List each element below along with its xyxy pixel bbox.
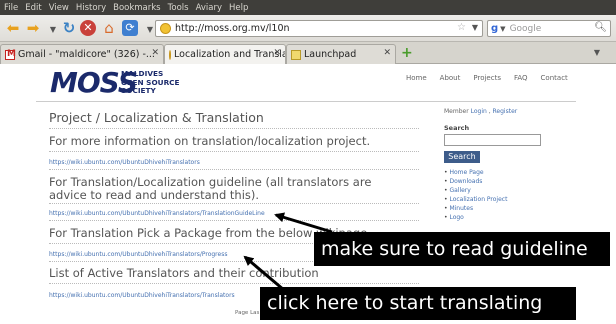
tab-launchpad[interactable]: Launchpad ✕	[286, 44, 396, 64]
close-icon[interactable]: ✕	[151, 48, 159, 58]
nav-contact[interactable]: Contact	[541, 74, 568, 82]
member-label: Member	[444, 108, 469, 115]
url-bar[interactable]: http://moss.org.mv/l10n ☆ ▼	[155, 20, 483, 37]
moss-logo[interactable]: MOSS MALDIVES OPEN SOURCE SOCIETY	[50, 68, 250, 98]
guideline-heading: For Translation/Localization guideline (…	[49, 175, 372, 202]
search-placeholder: Google	[509, 23, 542, 34]
progress-link[interactable]: https://wiki.ubuntu.com/UbuntuDhivehiTra…	[49, 251, 227, 258]
menu-help[interactable]: Help	[229, 3, 248, 13]
site-nav: Home About Projects FAQ Contact	[406, 74, 568, 82]
info-heading: For more information on translation/loca…	[49, 134, 371, 148]
tab-label: Localization and Translatio...	[174, 49, 285, 60]
menu-aviary[interactable]: Aviary	[196, 3, 222, 13]
login-link[interactable]: Login	[471, 108, 487, 115]
search-label: Search	[444, 124, 470, 132]
tab-list-dropdown-icon[interactable]: ▼	[594, 48, 600, 57]
site-search-input[interactable]	[444, 134, 541, 146]
reload-icon[interactable]: ↻	[60, 19, 78, 37]
search-engine-icon[interactable]: g	[491, 23, 498, 34]
page-title: Project / Localization & Translation	[49, 110, 264, 125]
header-divider	[36, 101, 576, 102]
tab-gmail[interactable]: Gmail - "maldicore" (326) -... ✕	[0, 44, 164, 64]
close-icon[interactable]: ✕	[273, 48, 281, 58]
divider	[49, 283, 419, 284]
translate-callout: click here to start translating	[260, 287, 576, 320]
navigation-toolbar: ⬅ ➡ ▼ ↻ ✕ ⌂ ⟳ ▼ http://moss.org.mv/l10n …	[0, 15, 616, 42]
bookmark-star-icon[interactable]: ☆	[457, 22, 466, 33]
divider	[49, 128, 419, 129]
launchpad-icon	[291, 49, 301, 60]
gmail-icon	[5, 49, 16, 60]
nav-faq[interactable]: FAQ	[514, 74, 528, 82]
nav-about[interactable]: About	[440, 74, 461, 82]
sidebar-item-minutes[interactable]: Minutes	[444, 204, 507, 213]
stop-icon[interactable]: ✕	[80, 20, 96, 36]
sidebar-links: Home Page Downloads Gallery Localization…	[444, 168, 507, 222]
back-arrow-icon[interactable]: ⬅	[4, 19, 22, 37]
menu-edit[interactable]: Edit	[25, 3, 41, 13]
feed-icon[interactable]: ⟳	[122, 20, 138, 36]
logo-subtitle: MALDIVES OPEN SOURCE SOCIETY	[121, 69, 180, 96]
nav-home[interactable]: Home	[406, 74, 427, 82]
guideline-callout: make sure to read guideline	[314, 232, 610, 266]
search-button[interactable]: Search	[444, 151, 480, 163]
new-tab-icon[interactable]: +	[401, 45, 413, 61]
sidebar-item-gallery[interactable]: Gallery	[444, 186, 507, 195]
menu-bar: File Edit View History Bookmarks Tools A…	[0, 0, 616, 15]
divider	[49, 203, 419, 204]
tab-localization[interactable]: Localization and Translatio... ✕	[164, 44, 286, 64]
search-engine-dropdown-icon[interactable]: ▼	[500, 25, 505, 33]
sidebar-item-home-page[interactable]: Home Page	[444, 168, 507, 177]
url-text: http://moss.org.mv/l10n	[175, 23, 290, 34]
moss-favicon-icon	[169, 49, 171, 60]
menu-tools[interactable]: Tools	[168, 3, 189, 13]
guideline-link[interactable]: https://wiki.ubuntu.com/UbuntuDhivehiTra…	[49, 210, 265, 217]
translators-list-heading: List of Active Translators and their con…	[49, 266, 319, 280]
sidebar-item-logo[interactable]: Logo	[444, 213, 507, 222]
nav-projects[interactable]: Projects	[473, 74, 501, 82]
url-dropdown-icon[interactable]: ▼	[472, 23, 478, 32]
site-favicon-icon	[160, 23, 171, 34]
menu-view[interactable]: View	[49, 3, 69, 13]
member-links: Member Login , Register	[444, 108, 518, 115]
menu-bookmarks[interactable]: Bookmarks	[113, 3, 161, 13]
translators-link[interactable]: https://wiki.ubuntu.com/UbuntuDhivehiTra…	[49, 159, 200, 166]
active-translators-link[interactable]: https://wiki.ubuntu.com/UbuntuDhivehiTra…	[49, 292, 235, 299]
divider	[49, 169, 419, 170]
divider	[49, 220, 419, 221]
search-bar[interactable]: g ▼ Google 🔍︎	[487, 20, 611, 37]
forward-arrow-icon[interactable]: ➡	[24, 19, 42, 37]
home-icon[interactable]: ⌂	[100, 19, 118, 37]
page-footer: Page Las	[235, 310, 260, 316]
close-icon[interactable]: ✕	[383, 48, 391, 58]
menu-history[interactable]: History	[76, 3, 106, 13]
tab-bar: Gmail - "maldicore" (326) -... ✕ Localiz…	[0, 42, 616, 64]
menu-file[interactable]: File	[4, 3, 18, 13]
divider	[49, 151, 419, 152]
logo-line: SOCIETY	[121, 86, 156, 95]
sidebar-item-localization[interactable]: Localization Project	[444, 195, 507, 204]
tab-label: Launchpad	[304, 49, 357, 60]
sidebar-item-downloads[interactable]: Downloads	[444, 177, 507, 186]
register-link[interactable]: Register	[493, 108, 518, 115]
tab-label: Gmail - "maldicore" (326) -...	[18, 49, 155, 60]
magnifier-icon[interactable]: 🔍︎	[594, 22, 607, 33]
